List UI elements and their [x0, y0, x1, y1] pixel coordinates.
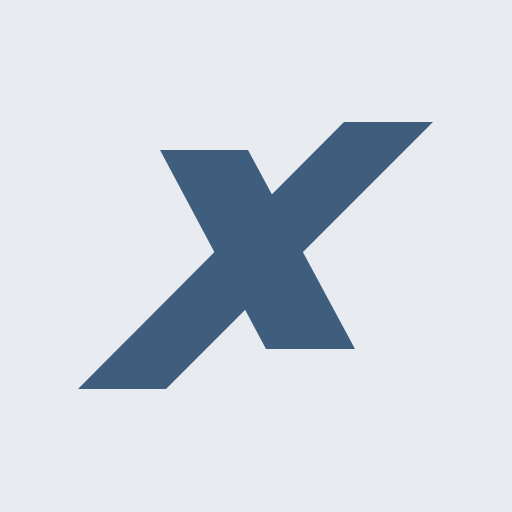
x-logo-icon [78, 122, 433, 389]
x-logo-front-stroke [78, 122, 433, 389]
app-icon-tile [0, 0, 512, 512]
